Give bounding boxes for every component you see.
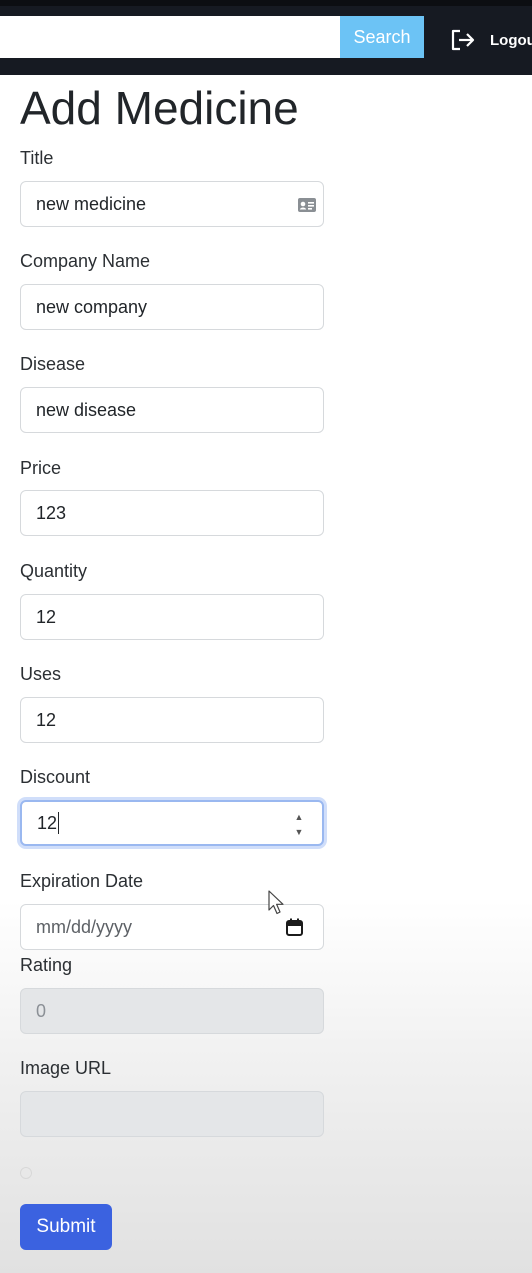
price-field[interactable]: 123 [20,490,324,536]
spinner-down-icon[interactable]: ▼ [295,827,304,838]
disease-value: new disease [36,399,137,420]
search-button[interactable]: Search [340,16,424,58]
spinner-arrows-icon[interactable]: ▲ ▼ [292,812,306,838]
discount-value: 12 [37,812,58,833]
image-url-label: Image URL [20,1058,112,1078]
navbar-top-strip [0,0,532,6]
price-label: Price [20,458,62,478]
title-value: new medicine [36,193,147,214]
navbar: Search Logout [0,0,532,75]
quantity-field[interactable]: 12 [20,594,324,640]
quantity-label: Quantity [20,561,88,581]
calendar-icon[interactable] [286,918,303,936]
spinner-up-icon[interactable]: ▲ [295,812,304,823]
expiration-date-placeholder: mm/dd/yyyy [36,916,133,937]
disease-field[interactable]: new disease [20,387,324,433]
mouse-pointer-icon [268,890,284,915]
radio-button[interactable] [20,1167,32,1179]
title-label: Title [20,148,54,168]
rating-label: Rating [20,955,73,975]
company-name-label: Company Name [20,251,151,271]
logout-link[interactable]: Logout [450,26,532,54]
discount-label: Discount [20,767,91,787]
logout-icon [451,29,475,51]
disease-label: Disease [20,354,86,374]
company-name-field[interactable]: new company [20,284,324,330]
uses-label: Uses [20,664,62,684]
price-value: 123 [36,502,67,523]
discount-field[interactable]: 12 ▲ ▼ [20,800,324,846]
rating-field: 0 [20,988,324,1034]
quantity-value: 12 [36,606,57,627]
search-input[interactable] [0,16,340,58]
logout-label: Logout [490,31,532,49]
uses-value: 12 [36,709,57,730]
rating-value: 0 [36,1000,47,1021]
company-name-value: new company [36,296,148,317]
uses-field[interactable]: 12 [20,697,324,743]
page-title: Add Medicine [20,82,299,134]
submit-button[interactable]: Submit [20,1204,112,1250]
title-field[interactable]: new medicine [20,181,324,227]
image-url-field [20,1091,324,1137]
text-caret [58,812,60,834]
contact-card-icon[interactable] [297,196,317,214]
expiration-date-label: Expiration Date [20,871,144,891]
